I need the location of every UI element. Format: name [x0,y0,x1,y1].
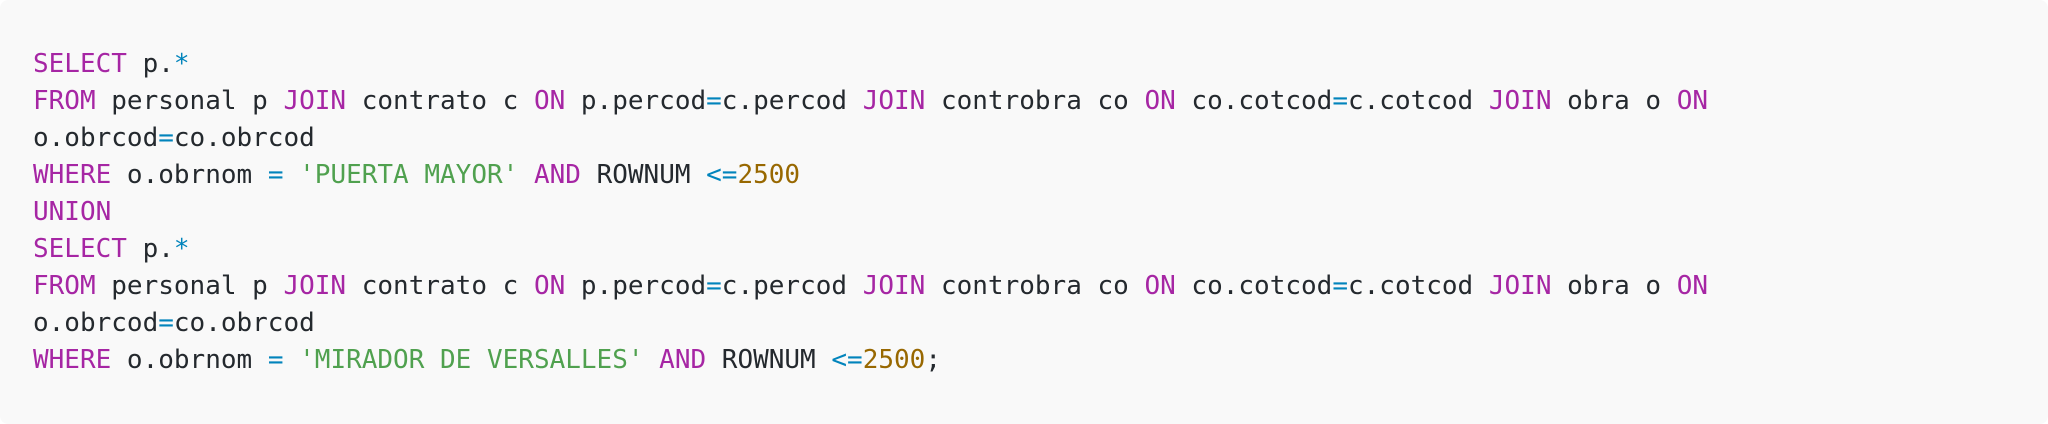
sql-keyword: UNION [33,197,112,227]
sql-keyword: SELECT [33,234,127,264]
sql-keyword: AND [659,345,707,375]
sql-text: p. [126,49,174,79]
sql-keyword: JOIN [1488,271,1552,301]
sql-text: co.obrcod [173,308,315,338]
sql-text: co.cotcod [1175,86,1333,116]
sql-operator: = [158,123,174,153]
sql-keyword: JOIN [862,271,926,301]
sql-keyword: ON [1676,86,1709,116]
sql-keyword: WHERE [33,345,112,375]
sql-operator: = [706,271,722,301]
sql-text: obra o [1551,271,1677,301]
sql-keyword: ON [533,86,566,116]
sql-operator: * [173,234,190,264]
code-lines: SELECT p.* FROM personal p JOIN contrato … [33,46,2015,379]
sql-keyword: JOIN [283,86,347,116]
sql-text: p. [126,234,174,264]
sql-string: 'MIRADOR DE VERSALLES' [299,345,644,375]
sql-text: ROWNUM [580,160,707,190]
sql-text: controbra co [925,271,1145,301]
sql-number: 2500 [862,345,926,375]
sql-keyword: ON [1144,271,1176,301]
sql-text: contrato c [346,86,534,116]
sql-text: o.obrnom [111,345,268,375]
code-block[interactable]: SELECT p.* FROM personal p JOIN contrato … [0,0,2048,424]
sql-text: c.percod [721,271,863,301]
code-line: o.obrcod=co.obrcod [33,120,2015,157]
code-line: o.obrcod=co.obrcod [33,305,2015,342]
sql-text: o.obrcod [33,123,159,153]
sql-text: co.obrcod [173,123,315,153]
sql-keyword: WHERE [33,160,112,190]
code-line: WHERE o.obrnom = 'PUERTA MAYOR' AND ROWN… [33,157,2015,194]
code-line: WHERE o.obrnom = 'MIRADOR DE VERSALLES' … [33,342,2015,379]
code-line: SELECT p.* [33,46,2015,83]
sql-keyword: JOIN [1488,86,1552,116]
sql-keyword: AND [533,160,581,190]
sql-keyword: ON [533,271,566,301]
sql-keyword: ON [1676,271,1709,301]
sql-text: p.percod [565,86,707,116]
sql-operator: * [173,49,190,79]
sql-number: 2500 [737,160,801,190]
sql-text: p.percod [565,271,707,301]
sql-keyword: JOIN [283,271,347,301]
sql-operator: = [267,160,284,190]
code-line: UNION [33,194,2015,231]
sql-operator: <= [831,345,863,375]
sql-operator: = [267,345,284,375]
sql-text: o.obrnom [111,160,268,190]
code-line: SELECT p.* [33,231,2015,268]
sql-text: contrato c [346,271,534,301]
sql-operator: <= [706,160,738,190]
sql-operator: = [158,308,174,338]
sql-text: co.cotcod [1175,271,1333,301]
code-line: FROM personal p JOIN contrato c ON p.per… [33,83,2015,120]
sql-operator: = [1332,86,1348,116]
sql-keyword: JOIN [862,86,926,116]
sql-text: obra o [1551,86,1677,116]
sql-text: personal p [95,271,284,301]
sql-string: 'PUERTA MAYOR' [299,160,519,190]
sql-operator: = [706,86,722,116]
sql-keyword: FROM [33,86,96,116]
sql-keyword: SELECT [33,49,127,79]
sql-text: controbra co [925,86,1145,116]
code-line: FROM personal p JOIN contrato c ON p.per… [33,268,2015,305]
sql-text: c.cotcod [1347,86,1489,116]
sql-text: c.percod [721,86,863,116]
sql-text: c.cotcod [1347,271,1489,301]
sql-text: ROWNUM [706,345,832,375]
sql-keyword: ON [1144,86,1176,116]
sql-keyword: FROM [33,271,96,301]
sql-operator: = [1332,271,1348,301]
sql-text: o.obrcod [33,308,159,338]
sql-text: ; [925,345,941,375]
sql-text: personal p [95,86,284,116]
